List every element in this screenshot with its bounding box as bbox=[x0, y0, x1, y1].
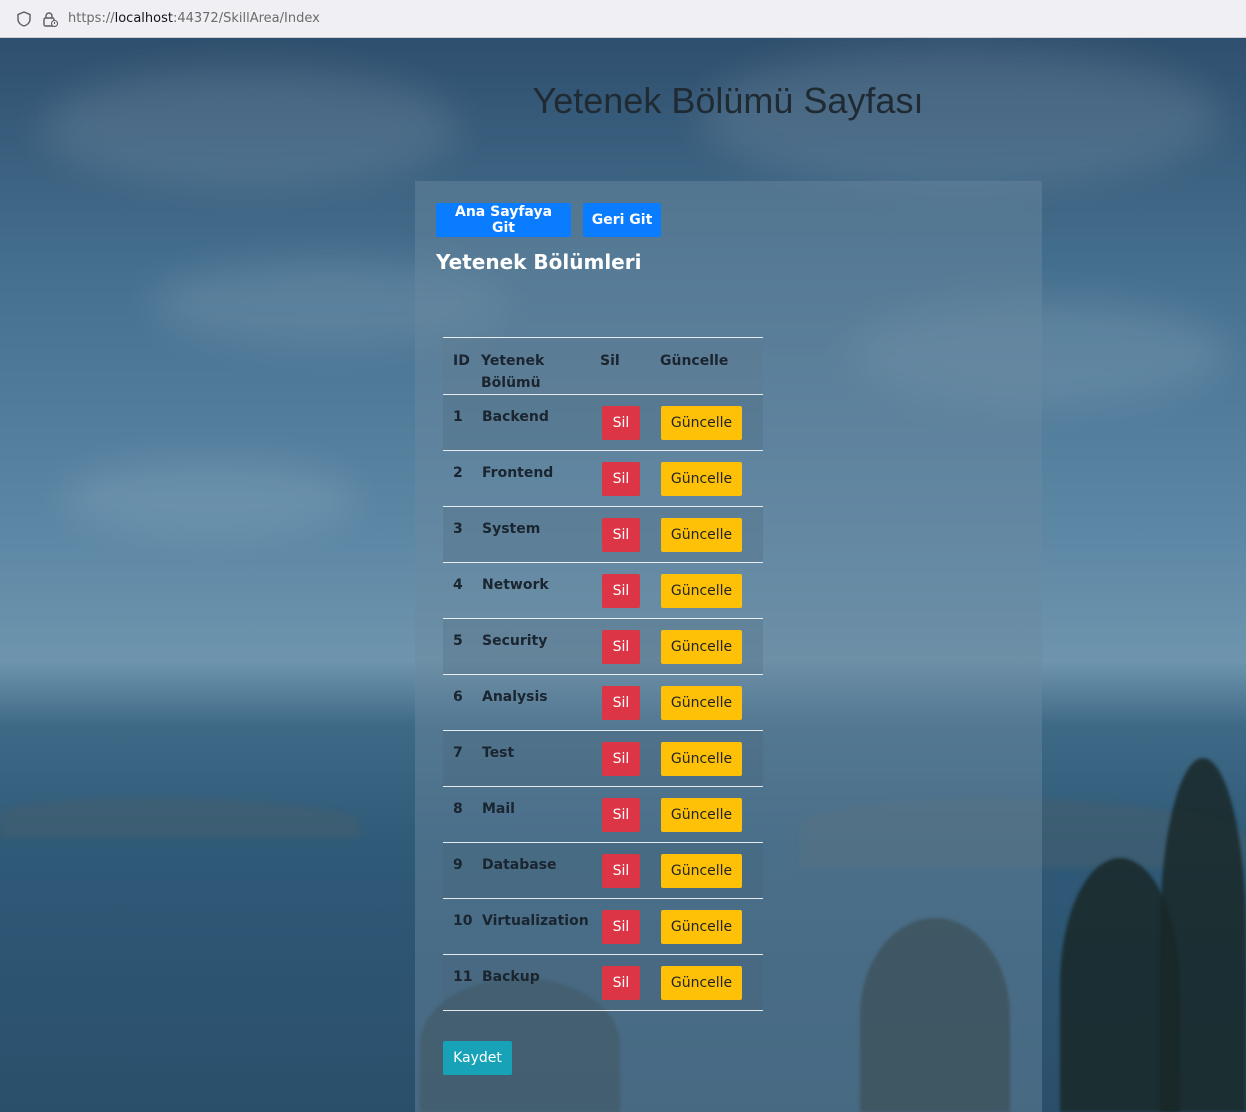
cell-name: Virtualization bbox=[481, 898, 600, 955]
cell-id: 7 bbox=[443, 730, 481, 787]
cell-id: 5 bbox=[443, 618, 481, 675]
update-button[interactable]: Güncelle bbox=[661, 966, 742, 1000]
cell-name: System bbox=[481, 506, 600, 563]
cell-name: Network bbox=[481, 562, 600, 619]
delete-button[interactable]: Sil bbox=[602, 798, 640, 832]
cell-id: 9 bbox=[443, 842, 481, 899]
page-title: Yetenek Bölümü Sayfası bbox=[532, 80, 924, 121]
update-button[interactable]: Güncelle bbox=[661, 574, 742, 608]
delete-button[interactable]: Sil bbox=[602, 630, 640, 664]
cell-id: 3 bbox=[443, 506, 481, 563]
cell-id: 10 bbox=[443, 898, 481, 955]
cell-name: Frontend bbox=[481, 450, 600, 507]
update-button[interactable]: Güncelle bbox=[661, 686, 742, 720]
delete-button[interactable]: Sil bbox=[602, 742, 640, 776]
table-row: 1 Backend Sil Güncelle bbox=[443, 394, 763, 451]
delete-button[interactable]: Sil bbox=[602, 910, 640, 944]
table-row: 6 Analysis Sil Güncelle bbox=[443, 674, 763, 731]
header-delete: Sil bbox=[600, 337, 660, 395]
cell-name: Analysis bbox=[481, 674, 600, 731]
table-row: 4 Network Sil Güncelle bbox=[443, 562, 763, 619]
update-button[interactable]: Güncelle bbox=[661, 742, 742, 776]
table-row: 8 Mail Sil Güncelle bbox=[443, 786, 763, 843]
cell-id: 8 bbox=[443, 786, 481, 843]
cell-name: Security bbox=[481, 618, 600, 675]
skills-table: ID Yetenek Bölümü Sil Güncelle 1 Backend… bbox=[443, 337, 763, 1011]
url-field[interactable]: https://localhost:44372/SkillArea/Index bbox=[68, 11, 320, 26]
cell-id: 4 bbox=[443, 562, 481, 619]
home-button[interactable]: Ana Sayfaya Git bbox=[436, 203, 571, 237]
delete-button[interactable]: Sil bbox=[602, 966, 640, 1000]
cell-name: Backend bbox=[481, 394, 600, 451]
cell-id: 2 bbox=[443, 450, 481, 507]
save-button[interactable]: Kaydet bbox=[443, 1041, 512, 1075]
table-header-row: ID Yetenek Bölümü Sil Güncelle bbox=[443, 337, 763, 395]
update-button[interactable]: Güncelle bbox=[661, 798, 742, 832]
back-button[interactable]: Geri Git bbox=[583, 203, 661, 237]
shield-icon[interactable] bbox=[16, 10, 32, 27]
update-button[interactable]: Güncelle bbox=[661, 630, 742, 664]
table-row: 11 Backup Sil Güncelle bbox=[443, 954, 763, 1011]
lock-icon[interactable] bbox=[42, 11, 58, 27]
browser-address-bar: https://localhost:44372/SkillArea/Index bbox=[0, 0, 1246, 38]
cell-name: Database bbox=[481, 842, 600, 899]
cell-name: Mail bbox=[481, 786, 600, 843]
header-name: Yetenek Bölümü bbox=[481, 337, 600, 395]
update-button[interactable]: Güncelle bbox=[661, 910, 742, 944]
update-button[interactable]: Güncelle bbox=[661, 462, 742, 496]
cell-name: Backup bbox=[481, 954, 600, 1011]
cell-id: 11 bbox=[443, 954, 481, 1011]
table-row: 5 Security Sil Güncelle bbox=[443, 618, 763, 675]
header-update: Güncelle bbox=[660, 337, 763, 395]
table-row: 9 Database Sil Güncelle bbox=[443, 842, 763, 899]
cell-name: Test bbox=[481, 730, 600, 787]
table-row: 2 Frontend Sil Güncelle bbox=[443, 450, 763, 507]
update-button[interactable]: Güncelle bbox=[661, 518, 742, 552]
delete-button[interactable]: Sil bbox=[602, 518, 640, 552]
delete-button[interactable]: Sil bbox=[602, 462, 640, 496]
section-title: Yetenek Bölümleri bbox=[436, 250, 642, 274]
table-row: 10 Virtualization Sil Güncelle bbox=[443, 898, 763, 955]
cell-id: 6 bbox=[443, 674, 481, 731]
delete-button[interactable]: Sil bbox=[602, 686, 640, 720]
delete-button[interactable]: Sil bbox=[602, 854, 640, 888]
table-row: 7 Test Sil Güncelle bbox=[443, 730, 763, 787]
delete-button[interactable]: Sil bbox=[602, 406, 640, 440]
cell-id: 1 bbox=[443, 394, 481, 451]
update-button[interactable]: Güncelle bbox=[661, 406, 742, 440]
table-row: 3 System Sil Güncelle bbox=[443, 506, 763, 563]
update-button[interactable]: Güncelle bbox=[661, 854, 742, 888]
header-id: ID bbox=[443, 337, 481, 395]
delete-button[interactable]: Sil bbox=[602, 574, 640, 608]
